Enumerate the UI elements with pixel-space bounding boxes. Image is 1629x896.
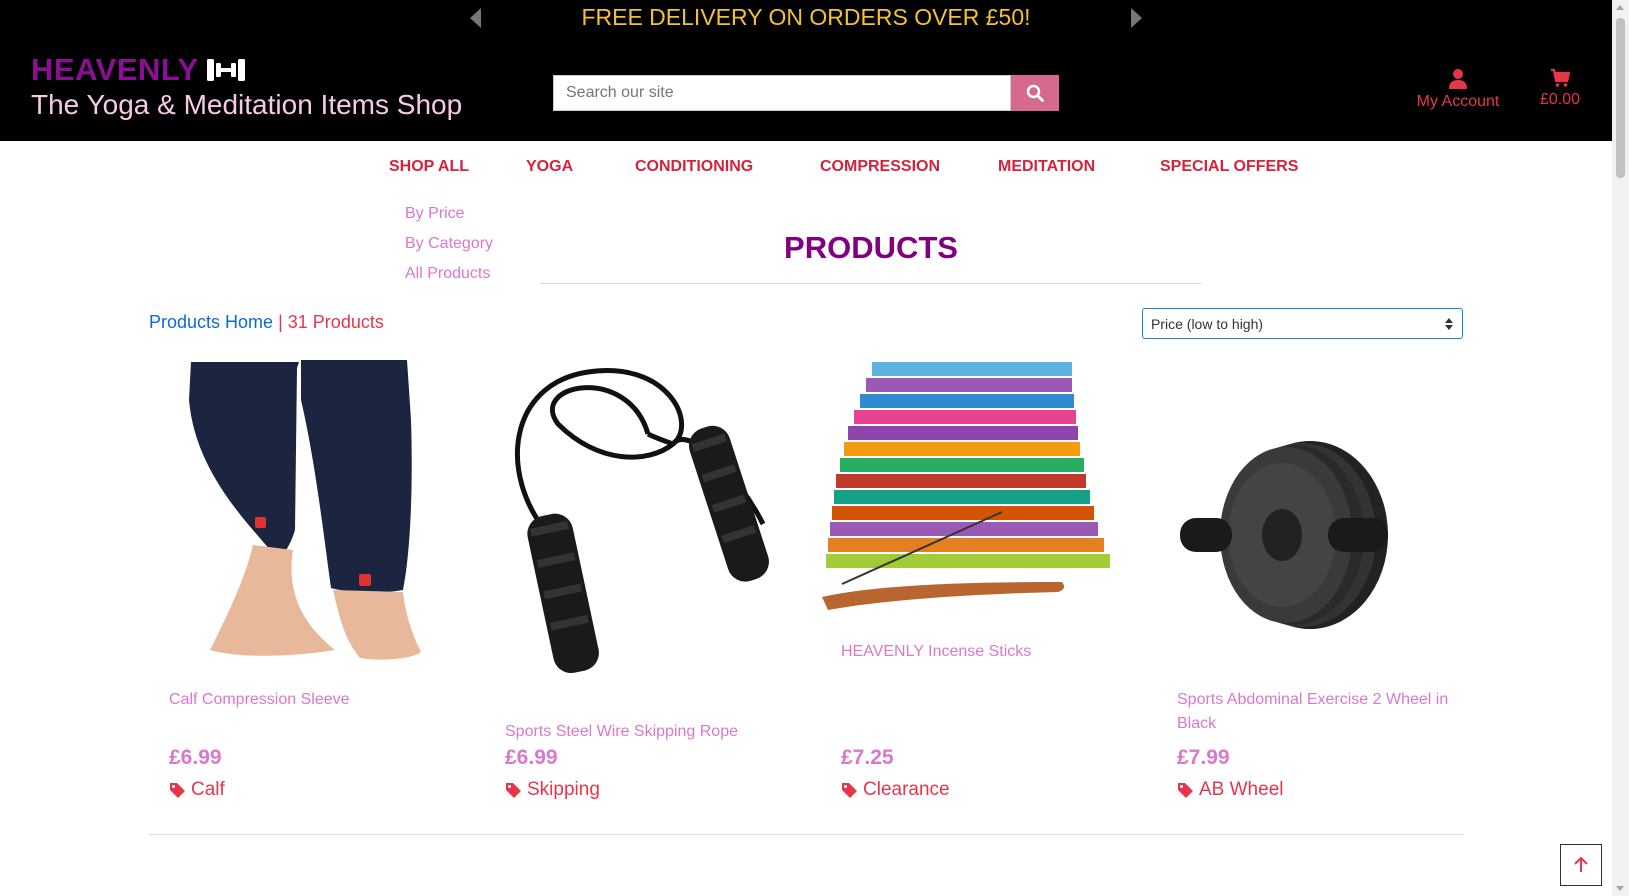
shop-all-dropdown: By Price By Category All Products (405, 205, 493, 295)
dumbbell-icon (205, 56, 247, 84)
product-price-3: £7.25 (841, 746, 894, 769)
products-home-link[interactable]: Products Home (149, 312, 273, 332)
product-name-1[interactable]: Calf Compression Sleeve (169, 688, 459, 712)
nav-special-offers[interactable]: SPECIAL OFFERS (1160, 158, 1298, 176)
shopping-bag-link[interactable]: £0.00 (1530, 68, 1590, 109)
brand-tagline: The Yoga & Meditation Items Shop (31, 89, 463, 120)
nav-yoga[interactable]: YOGA (526, 158, 573, 176)
brand-logo[interactable]: HEAVENLY The Yoga & Meditation Items Sho… (31, 52, 462, 121)
breadcrumb-separator: | (278, 312, 283, 332)
arrow-up-icon (1574, 857, 1588, 872)
product-category-4[interactable]: AB Wheel (1177, 779, 1283, 801)
site-header: FREE DELIVERY ON ORDERS OVER £50! HEAVEN… (0, 0, 1612, 141)
nav-shop-all[interactable]: SHOP ALL (389, 158, 469, 176)
page-scrollbar[interactable] (1612, 0, 1629, 896)
banner-next-button[interactable] (1124, 6, 1148, 30)
sort-arrows-icon (1445, 317, 1453, 330)
tag-icon (506, 782, 521, 798)
search-icon (1026, 84, 1044, 102)
product-category-label-4: AB Wheel (1199, 779, 1284, 800)
main-nav: SHOP ALL YOGA CONDITIONING COMPRESSION M… (0, 158, 1612, 182)
incense-sticks-image (822, 362, 1110, 610)
scroll-up-arrow[interactable] (1616, 5, 1624, 10)
title-divider (540, 283, 1202, 284)
back-to-top-button[interactable] (1560, 844, 1602, 886)
search-bar (553, 75, 1059, 111)
brand-name: HEAVENLY (31, 52, 199, 87)
product-category-label-1: Calf (191, 779, 225, 800)
tag-icon (1178, 782, 1193, 798)
skipping-rope-image (515, 368, 769, 674)
brand-name-row: HEAVENLY (31, 52, 462, 88)
sort-selected-value: Price (low to high) (1151, 315, 1264, 332)
menu-item-by-category[interactable]: By Category (405, 235, 493, 253)
tag-icon (842, 782, 857, 798)
product-price-4: £7.99 (1177, 746, 1230, 769)
user-icon (1449, 69, 1467, 89)
product-name-3[interactable]: HEAVENLY Incense Sticks (841, 640, 1131, 664)
delivery-banner: FREE DELIVERY ON ORDERS OVER £50! (581, 4, 1031, 30)
product-image-incense-sticks[interactable] (822, 362, 1127, 625)
ab-wheel-image (1180, 441, 1388, 629)
scroll-down-arrow[interactable] (1616, 886, 1624, 891)
product-category-1[interactable]: Calf (169, 779, 225, 801)
product-count: 31 Products (287, 312, 384, 332)
menu-item-all-products[interactable]: All Products (405, 265, 493, 283)
product-image-ab-wheel[interactable] (1178, 438, 1420, 637)
page-title: PRODUCTS (784, 230, 958, 265)
nav-compression[interactable]: COMPRESSION (820, 158, 940, 176)
sort-select[interactable]: Price (low to high) (1142, 308, 1463, 339)
search-button[interactable] (1011, 75, 1059, 111)
my-account-label: My Account (1416, 93, 1500, 110)
compression-sleeve-image (183, 360, 421, 660)
menu-item-by-price[interactable]: By Price (405, 205, 493, 223)
bag-total: £0.00 (1539, 91, 1581, 108)
product-category-3[interactable]: Clearance (841, 779, 950, 801)
product-category-label-3: Clearance (863, 779, 950, 800)
product-price-1: £6.99 (169, 746, 222, 769)
nav-conditioning[interactable]: CONDITIONING (635, 158, 753, 176)
tag-icon (170, 782, 185, 798)
my-account-link[interactable]: My Account (1408, 68, 1508, 111)
product-name-4[interactable]: Sports Abdominal Exercise 2 Wheel in Bla… (1177, 688, 1467, 736)
product-category-label-2: Skipping (527, 779, 600, 800)
product-image-calf-sleeve[interactable] (175, 360, 425, 670)
products-divider (149, 834, 1463, 835)
chevron-right-icon (1131, 8, 1142, 28)
search-input[interactable] (553, 75, 1011, 111)
product-image-skipping-rope[interactable] (498, 364, 790, 689)
nav-meditation[interactable]: MEDITATION (998, 158, 1095, 176)
product-category-2[interactable]: Skipping (505, 779, 600, 801)
breadcrumb: Products Home | 31 Products (149, 312, 384, 333)
product-price-2: £6.99 (505, 746, 558, 769)
scroll-thumb[interactable] (1616, 18, 1625, 178)
shopping-cart-icon (1551, 68, 1570, 87)
product-name-2[interactable]: Sports Steel Wire Skipping Rope (505, 720, 795, 744)
